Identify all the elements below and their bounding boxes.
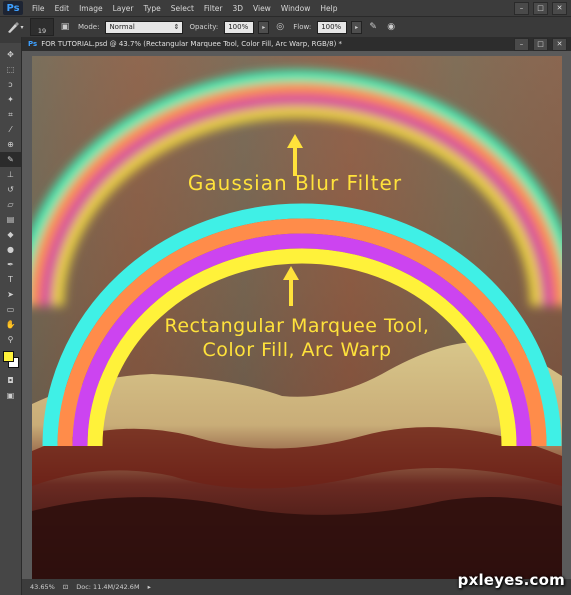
gradient-icon[interactable]: ▤	[0, 212, 21, 227]
maximize-icon[interactable]: □	[533, 1, 548, 15]
healing-icon[interactable]: ⊕	[0, 137, 21, 152]
menu-layer[interactable]: Layer	[108, 4, 139, 13]
canvas-area: Gaussian Blur Filter Rectangular Marquee…	[22, 51, 571, 579]
mode-value: Normal	[109, 22, 135, 31]
opacity-dropdown-icon[interactable]: ▸	[258, 20, 270, 34]
toolbar-grip[interactable]	[0, 37, 21, 43]
menu-bar: Ps File Edit Image Layer Type Select Fil…	[0, 0, 571, 16]
menu-edit[interactable]: Edit	[50, 4, 75, 13]
menu-type[interactable]: Type	[139, 4, 166, 13]
eyedropper-icon[interactable]: ⁄	[0, 122, 21, 137]
artwork: Gaussian Blur Filter Rectangular Marquee…	[32, 56, 562, 579]
zoom-level[interactable]: 43.65%	[30, 583, 55, 591]
opacity-input[interactable]: 100%	[224, 20, 255, 34]
blur-icon[interactable]: ◆	[0, 227, 21, 242]
pressure-opacity-icon[interactable]: ◎	[273, 20, 287, 34]
document-canvas[interactable]: Gaussian Blur Filter Rectangular Marquee…	[32, 56, 562, 579]
chevron-updown-icon: ⇕	[173, 22, 180, 31]
quick-select-icon[interactable]: ✦	[0, 92, 21, 107]
flow-dropdown-icon[interactable]: ▸	[351, 20, 363, 34]
brush-size-value: 19	[37, 27, 47, 35]
brush-icon[interactable]: ✎	[0, 152, 21, 167]
airbrush-icon[interactable]: ✎	[366, 20, 380, 34]
tools-panel: ✥ ⬚ ↄ ✦ ⌗ ⁄ ⊕ ✎ ⊥ ↺ ▱ ▤ ◆ ● ✒ T ➤ ▭ ✋ ⚲ …	[0, 37, 22, 595]
menu-image[interactable]: Image	[74, 4, 108, 13]
label-marquee-line1: Rectangular Marquee Tool,	[165, 315, 430, 337]
label-gaussian-blur: Gaussian Blur Filter	[188, 171, 402, 195]
brush-preset-picker[interactable]: 19	[30, 18, 54, 36]
chevron-down-icon: ▾	[20, 23, 24, 31]
label-marquee-line2: Color Fill, Arc Warp	[202, 339, 391, 361]
hand-icon[interactable]: ✋	[0, 317, 21, 332]
menu-view[interactable]: View	[248, 4, 276, 13]
foreground-color-swatch[interactable]	[3, 351, 14, 362]
app-window-controls: – □ ✕	[514, 1, 571, 15]
menu-window[interactable]: Window	[276, 4, 316, 13]
type-icon[interactable]: T	[0, 272, 21, 287]
dodge-icon[interactable]: ●	[0, 242, 21, 257]
document-tab[interactable]: Ps FOR TUTORIAL.psd @ 43.7% (Rectangular…	[22, 37, 571, 51]
doc-maximize-icon[interactable]: □	[533, 37, 548, 51]
lasso-icon[interactable]: ↄ	[0, 77, 21, 92]
menu-filter[interactable]: Filter	[199, 4, 228, 13]
opacity-label: Opacity:	[189, 23, 219, 31]
screen-mode-icon[interactable]: ▣	[0, 388, 21, 403]
eraser-icon[interactable]: ▱	[0, 197, 21, 212]
mode-select[interactable]: Normal ⇕	[105, 20, 184, 34]
doc-minimize-icon[interactable]: –	[514, 37, 529, 51]
pen-icon[interactable]: ✒	[0, 257, 21, 272]
quick-mask-icon[interactable]: ◘	[0, 373, 21, 388]
color-swatches	[0, 347, 21, 373]
shape-icon[interactable]: ▭	[0, 302, 21, 317]
pressure-size-icon[interactable]: ◉	[384, 20, 398, 34]
flow-label: Flow:	[293, 23, 312, 31]
flow-input[interactable]: 100%	[317, 20, 348, 34]
menu-file[interactable]: File	[27, 4, 50, 13]
document-ps-icon: Ps	[28, 40, 38, 48]
path-select-icon[interactable]: ➤	[0, 287, 21, 302]
export-icon[interactable]: ⊡	[63, 583, 68, 591]
tool-preset-picker[interactable]: ▾	[4, 19, 26, 35]
minimize-icon[interactable]: –	[514, 1, 529, 15]
menu-select[interactable]: Select	[166, 4, 199, 13]
document-title: FOR TUTORIAL.psd @ 43.7% (Rectangular Ma…	[41, 40, 343, 48]
close-icon[interactable]: ✕	[552, 1, 567, 15]
document-window-controls: – □ ✕	[514, 37, 571, 51]
menu-help[interactable]: Help	[315, 4, 342, 13]
brush-panel-toggle-icon[interactable]: ▣	[58, 20, 72, 34]
crop-icon[interactable]: ⌗	[0, 107, 21, 122]
history-brush-icon[interactable]: ↺	[0, 182, 21, 197]
doc-close-icon[interactable]: ✕	[552, 37, 567, 51]
zoom-icon[interactable]: ⚲	[0, 332, 21, 347]
mode-label: Mode:	[78, 23, 100, 31]
menu-3d[interactable]: 3D	[227, 4, 248, 13]
doc-size-info: Doc: 11.4M/242.6M	[76, 583, 140, 591]
marquee-icon[interactable]: ⬚	[0, 62, 21, 77]
watermark: pxleyes.com	[457, 571, 565, 589]
options-bar: ▾ 19 ▣ Mode: Normal ⇕ Opacity: 100% ▸ ◎ …	[0, 16, 571, 38]
status-menu-arrow-icon[interactable]: ▸	[148, 583, 151, 591]
photoshop-logo-icon: Ps	[3, 1, 23, 15]
brush-tool-icon	[8, 22, 20, 33]
stamp-icon[interactable]: ⊥	[0, 167, 21, 182]
move-icon[interactable]: ✥	[0, 47, 21, 62]
